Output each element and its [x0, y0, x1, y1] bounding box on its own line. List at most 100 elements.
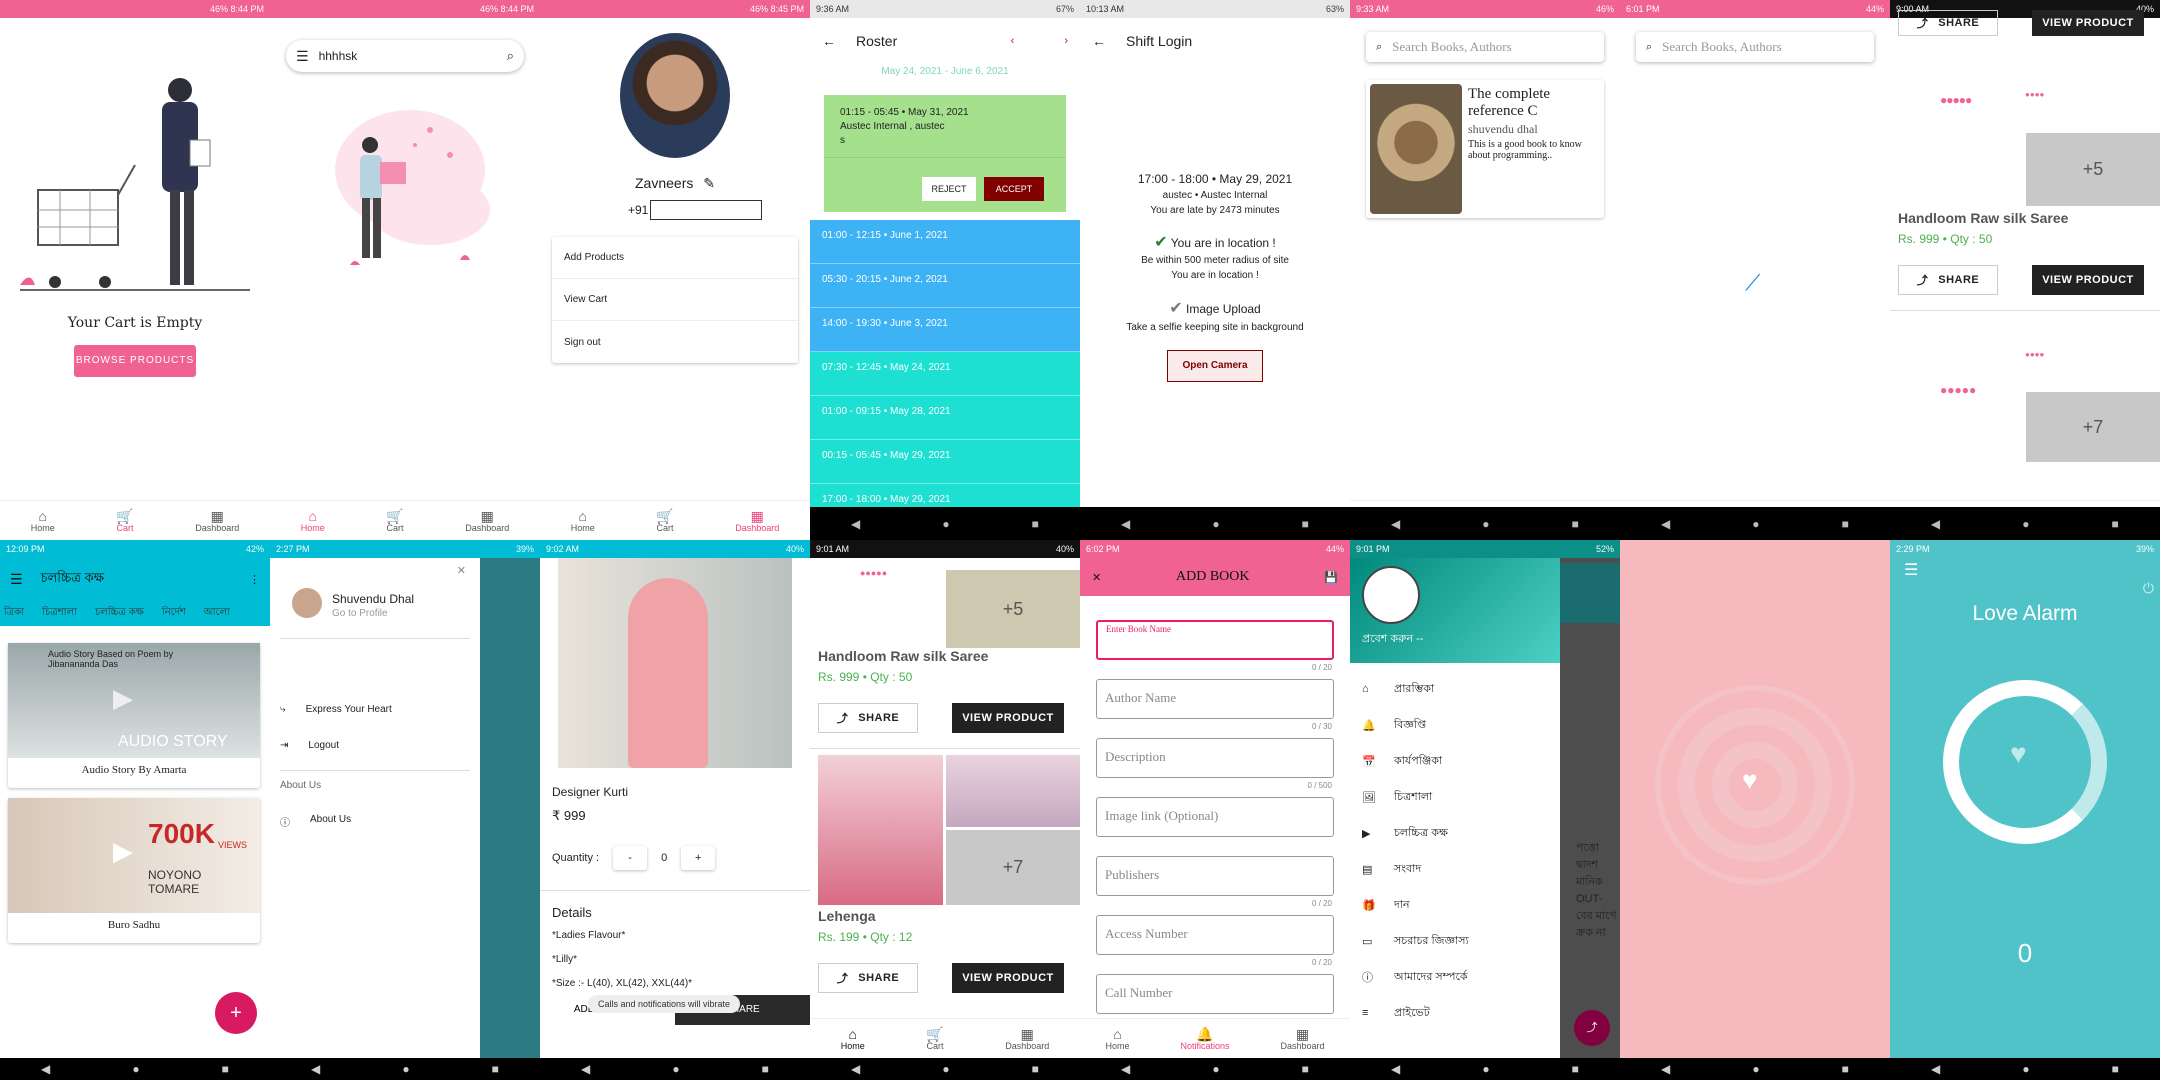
home-circle-icon[interactable]: ●: [1482, 517, 1489, 531]
home-circle-icon[interactable]: ●: [1752, 517, 1759, 531]
back-icon[interactable]: ◀: [1391, 1062, 1400, 1076]
avatar[interactable]: [620, 33, 730, 158]
back-icon[interactable]: ◀: [851, 1062, 860, 1076]
recents-icon[interactable]: ■: [222, 1062, 229, 1076]
go-to-profile-link[interactable]: Go to Profile: [332, 608, 388, 619]
nav-cart[interactable]: 🛒Cart: [926, 1027, 943, 1051]
menu-add-products[interactable]: Add Products: [552, 237, 798, 279]
product-image[interactable]: [946, 755, 1080, 827]
drawer-item[interactable]: ⌂ প্রারম্ভিকা: [1350, 671, 1560, 707]
recents-icon[interactable]: ■: [1842, 517, 1849, 531]
more-images-tile[interactable]: +7: [2026, 392, 2160, 462]
shift-row[interactable]: 01:00 - 09:15 • May 28, 2021: [810, 396, 1080, 440]
nav-notifications[interactable]: 🔔Notifications: [1180, 1027, 1229, 1051]
share-button[interactable]: ⤴ SHARE: [818, 703, 918, 733]
recents-icon[interactable]: ■: [1572, 517, 1579, 531]
share-button[interactable]: ⤴ SHARE: [818, 963, 918, 993]
back-icon[interactable]: ◀: [1931, 1062, 1940, 1076]
home-circle-icon[interactable]: ●: [402, 1062, 409, 1076]
drawer-item-express[interactable]: ⤷ Express Your Heart: [280, 704, 392, 715]
add-fab[interactable]: +: [215, 992, 257, 1034]
tab-5[interactable]: আলো: [204, 605, 230, 622]
shift-row[interactable]: 07:30 - 12:45 • May 24, 2021: [810, 352, 1080, 396]
nav-home[interactable]: ⌂Home: [301, 509, 325, 533]
heart-icon[interactable]: ♥: [1742, 765, 1757, 796]
edit-icon[interactable]: ✎: [703, 175, 715, 191]
menu-icon[interactable]: ☰: [296, 48, 309, 65]
book-search-bar[interactable]: ⌕ Search Books, Authors: [1636, 32, 1874, 62]
home-circle-icon[interactable]: ●: [1752, 1062, 1759, 1076]
audio-card[interactable]: Audio Story Based on Poem by Jibanananda…: [8, 643, 260, 788]
drawer-item[interactable]: 📅 কার্যপঞ্জিকা: [1350, 743, 1560, 779]
back-icon[interactable]: ◀: [1121, 1062, 1130, 1076]
view-product-button[interactable]: VIEW PRODUCT: [2032, 10, 2144, 36]
increment-button[interactable]: +: [681, 846, 716, 870]
book-search-bar[interactable]: ⌕ Search Books, Authors: [1366, 32, 1604, 62]
back-icon[interactable]: ◀: [1121, 517, 1130, 531]
menu-sign-out[interactable]: Sign out: [552, 321, 798, 363]
book-field-input[interactable]: Access Number: [1096, 915, 1334, 955]
recents-icon[interactable]: ■: [1032, 1062, 1039, 1076]
home-circle-icon[interactable]: ●: [2022, 1062, 2029, 1076]
share-fab[interactable]: ⤴: [1574, 1010, 1610, 1046]
play-icon[interactable]: ▶: [113, 683, 133, 714]
search-input[interactable]: hhhhsk: [319, 49, 497, 63]
share-button[interactable]: ⤴ SHARE: [1898, 10, 1998, 36]
shift-row[interactable]: 14:00 - 19:30 • June 3, 2021: [810, 308, 1080, 352]
more-images-tile[interactable]: +5: [2026, 133, 2160, 206]
recents-icon[interactable]: ■: [1842, 1062, 1849, 1076]
view-product-button[interactable]: VIEW PRODUCT: [952, 963, 1064, 993]
home-circle-icon[interactable]: ●: [672, 1062, 679, 1076]
nav-dashboard[interactable]: ▦Dashboard: [1005, 1027, 1049, 1051]
heart-icon[interactable]: ♥: [2010, 738, 2027, 770]
home-circle-icon[interactable]: ●: [1482, 1062, 1489, 1076]
menu-icon[interactable]: ☰: [1904, 560, 1918, 580]
home-circle-icon[interactable]: ●: [942, 517, 949, 531]
login-link[interactable]: প্রবেশ করুন --: [1362, 630, 1423, 649]
book-field-input[interactable]: Enter Book Name: [1096, 620, 1334, 660]
browse-products-button[interactable]: BROWSE PRODUCTS: [74, 345, 196, 377]
nav-dashboard[interactable]: ▦Dashboard: [465, 509, 509, 533]
recents-icon[interactable]: ■: [1302, 517, 1309, 531]
book-card[interactable]: The complete reference C shuvendu dhal T…: [1366, 80, 1604, 218]
home-circle-icon[interactable]: ●: [1212, 517, 1219, 531]
avatar[interactable]: [1362, 566, 1420, 624]
recents-icon[interactable]: ■: [2112, 1062, 2119, 1076]
more-images-tile[interactable]: +5: [946, 570, 1080, 648]
home-circle-icon[interactable]: ●: [2022, 517, 2029, 531]
drawer-item[interactable]: ⓘ আমাদের সম্পর্কে: [1350, 959, 1560, 995]
nav-home[interactable]: ⌂Home: [31, 509, 55, 533]
shift-row[interactable]: 01:00 - 12:15 • June 1, 2021: [810, 220, 1080, 264]
menu-view-cart[interactable]: View Cart: [552, 279, 798, 321]
tab-1[interactable]: ত্রিকা: [4, 605, 24, 622]
tab-3[interactable]: চলচ্চিত্র কক্ষ: [95, 605, 144, 622]
tab-2[interactable]: চিত্রশালা: [42, 605, 77, 622]
drawer-item[interactable]: ▭ সচরাচর জিজ্ঞাস্য: [1350, 923, 1560, 959]
book-field-input[interactable]: Description: [1096, 738, 1334, 778]
book-field-input[interactable]: Author Name: [1096, 679, 1334, 719]
home-circle-icon[interactable]: ●: [1212, 1062, 1219, 1076]
close-icon[interactable]: ✕: [457, 564, 466, 577]
recents-icon[interactable]: ■: [762, 1062, 769, 1076]
recents-icon[interactable]: ■: [1032, 517, 1039, 531]
nav-dashboard[interactable]: ▦Dashboard: [1280, 1027, 1324, 1051]
phone-input[interactable]: [650, 200, 763, 220]
book-field-input[interactable]: Call Number: [1096, 974, 1334, 1014]
prev-week-icon[interactable]: ‹: [1011, 35, 1015, 47]
search-bar[interactable]: ☰ hhhhsk ⌕: [286, 40, 524, 72]
dimmed-background[interactable]: পত্তো দ্বাদশ মানিক OUT- বের মাগে ক্রক না…: [1560, 558, 1620, 1058]
nav-home[interactable]: ⌂Home: [841, 1027, 865, 1051]
back-icon[interactable]: ◀: [1391, 517, 1400, 531]
back-icon[interactable]: ◀: [311, 1062, 320, 1076]
tab-4[interactable]: নির্দেশ: [162, 605, 186, 622]
shift-row[interactable]: 05:30 - 20:15 • June 2, 2021: [810, 264, 1080, 308]
product-image[interactable]: [818, 755, 943, 905]
menu-icon[interactable]: ☰: [10, 571, 23, 588]
next-week-icon[interactable]: ›: [1064, 35, 1068, 47]
back-arrow-icon[interactable]: ←: [822, 33, 836, 49]
close-icon[interactable]: ✕: [1092, 571, 1101, 584]
recents-icon[interactable]: ■: [1302, 1062, 1309, 1076]
nav-cart[interactable]: 🛒Cart: [656, 509, 673, 533]
more-vert-icon[interactable]: ⋮: [249, 573, 260, 586]
drawer-item[interactable]: ▤ সংবাদ: [1350, 851, 1560, 887]
